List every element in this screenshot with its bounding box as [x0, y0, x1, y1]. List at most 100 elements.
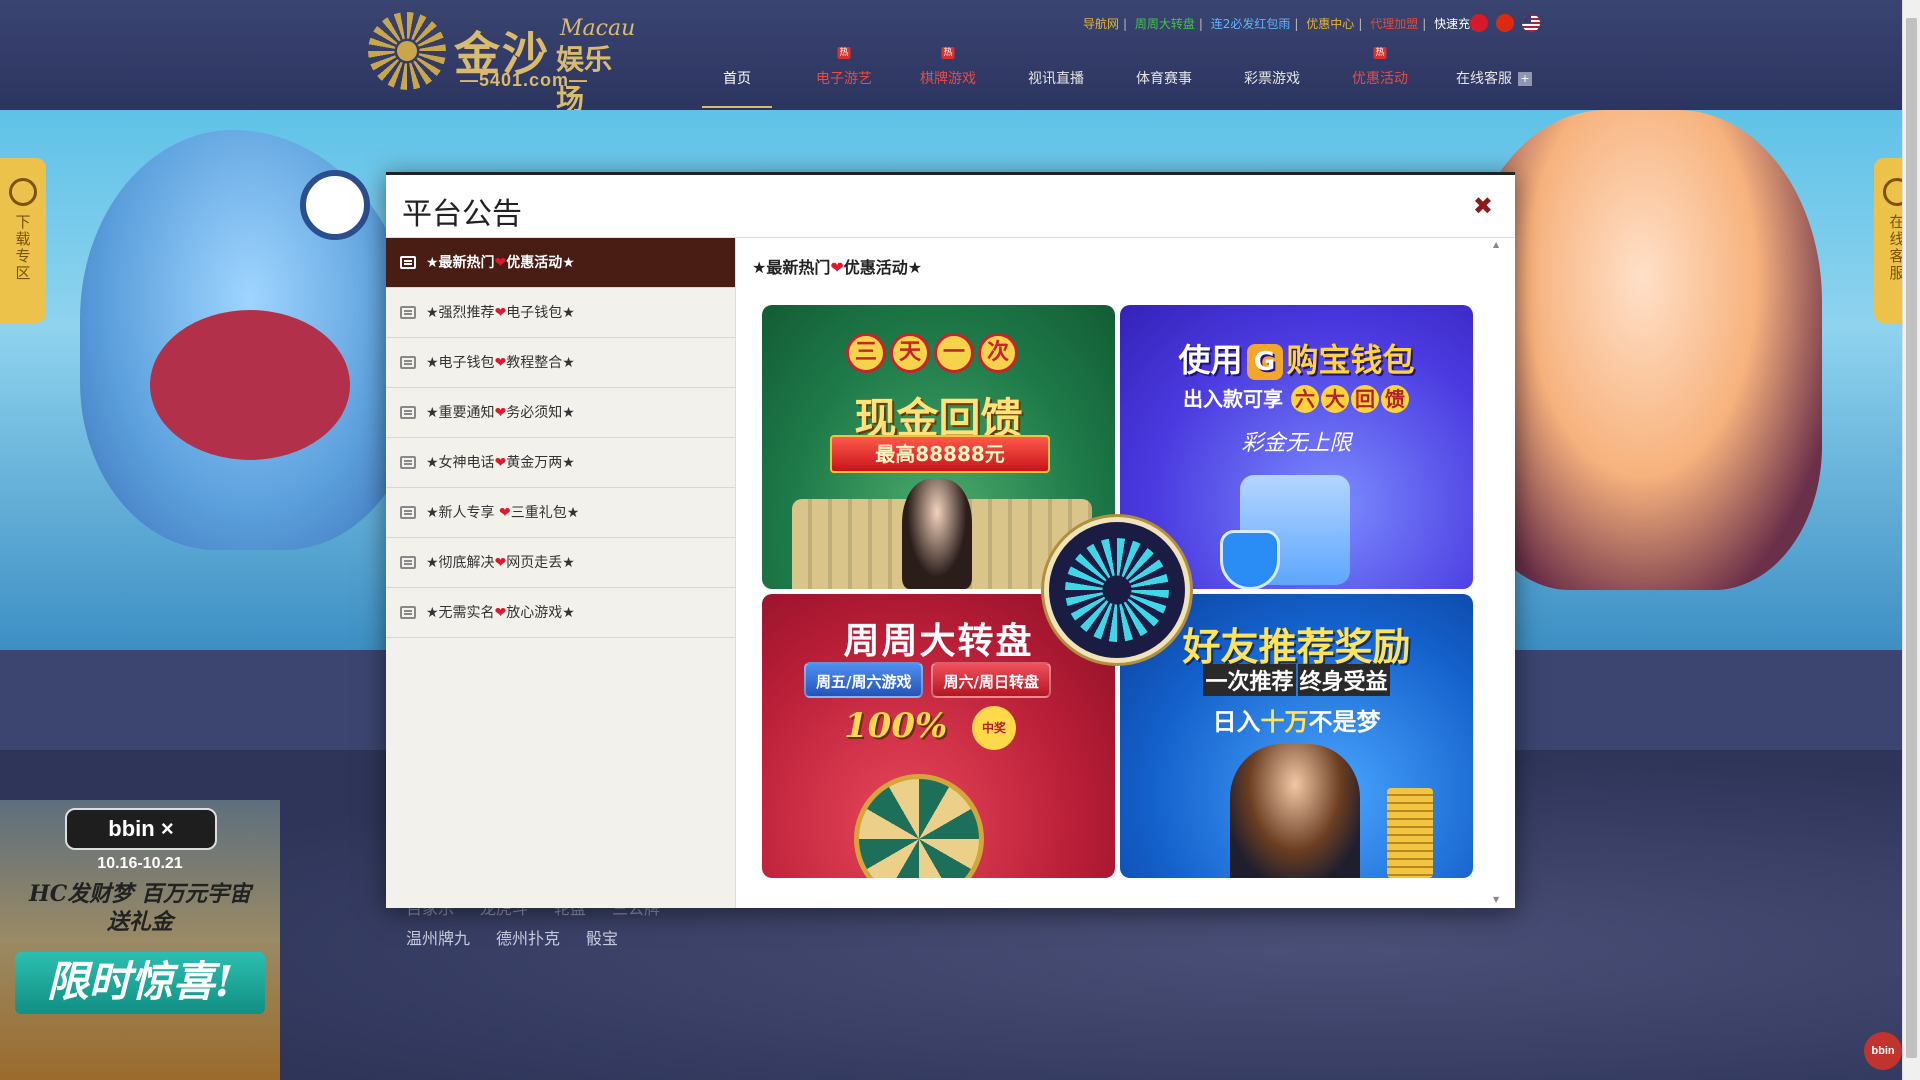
tab-hot-promotions[interactable]: ★最新热门❤优惠活动★ [386, 238, 735, 288]
tab-label: ★新人专享 [426, 505, 500, 521]
tab-label: 网页走丢★ [506, 555, 575, 571]
nav-promotions[interactable]: 热优惠活动 [1326, 40, 1434, 110]
nav-chess[interactable]: 热棋牌游戏 [894, 40, 1002, 110]
content-title-text: 优惠活动★ [843, 258, 923, 277]
download-sidetab[interactable]: 下载专区 [0, 158, 46, 323]
hot-badge: 热 [837, 47, 851, 59]
nav-sports[interactable]: 体育赛事 [1110, 40, 1218, 110]
tab-newbie-gift[interactable]: ★新人专享 ❤三重礼包★ [386, 488, 735, 538]
tab-label: 三重礼包★ [510, 505, 580, 521]
promo-tagline: 彩金无上限 [1241, 431, 1352, 456]
tab-label: ★重要通知 [426, 405, 495, 421]
tab-label: 务必须知★ [506, 405, 575, 421]
scroll-down-icon[interactable]: ▼ [1493, 895, 1499, 904]
tab-lost-page-fix[interactable]: ★彻底解决❤网页走丢★ [386, 538, 735, 588]
game-link[interactable]: 温州牌九 [406, 929, 470, 948]
bbin-brand: bbin × [65, 808, 217, 850]
page-scrollbar[interactable] [1902, 0, 1920, 1080]
heart-icon: ❤ [830, 258, 844, 277]
game-link[interactable]: 骰宝 [586, 929, 618, 948]
promo-subtitle-text: 一次推荐 [1203, 664, 1296, 696]
document-icon [400, 256, 416, 269]
content-title: ★最新热门❤优惠活动★ [752, 254, 922, 278]
left-floating-ad[interactable]: bbin × 10.16-10.21 HC发财梦 百万元宇宙 送礼金 限时惊喜! [0, 800, 280, 1080]
top-link-agent[interactable]: 代理加盟 [1370, 17, 1418, 31]
nav-electronic[interactable]: 热电子游艺 [794, 40, 894, 110]
tab-no-realname[interactable]: ★无需实名❤放心游戏★ [386, 588, 735, 638]
promo-subtitle: 出入款可享 六大回馈 [1120, 383, 1473, 413]
tab-label: ★无需实名 [426, 605, 495, 621]
scroll-up-icon[interactable]: ▲ [1493, 240, 1499, 249]
document-icon [400, 406, 416, 419]
promo-pill: 周五/周六游戏 [804, 662, 924, 698]
promo-subtitle: 一次推荐 终身受益 [1120, 664, 1473, 696]
promo-title-text: 购宝钱包 [1286, 341, 1415, 379]
divider: | [1294, 17, 1299, 31]
promo-chip: 一 [934, 333, 974, 373]
cn-flag-icon[interactable] [1496, 14, 1514, 32]
tab-goddess-phone[interactable]: ★女神电话❤黄金万两★ [386, 438, 735, 488]
promo-chip: 天 [890, 333, 930, 373]
divider: | [1198, 17, 1203, 31]
nav-label: 优惠活动 [1352, 71, 1408, 87]
coin-stack-illustration [1387, 788, 1433, 878]
nav-home[interactable]: 首页 [702, 40, 772, 110]
promo-pill: 周六/周日转盘 [931, 662, 1051, 698]
bbin-corner-badge[interactable]: bbin [1864, 1032, 1902, 1070]
tab-important-notice[interactable]: ★重要通知❤务必须知★ [386, 388, 735, 438]
ad-headline: HC发财梦 百万元宇宙 送礼金 [0, 880, 280, 936]
nav-label: 体育赛事 [1136, 71, 1192, 87]
sun-logo-badge [1044, 517, 1190, 663]
tab-label: 优惠活动★ [506, 255, 575, 271]
heart-icon: ❤ [494, 255, 507, 271]
top-link-promo-center[interactable]: 优惠中心 [1306, 17, 1354, 31]
heart-icon: ❤ [494, 555, 507, 571]
close-icon[interactable]: ✖ [1473, 192, 1493, 220]
nav-label: 彩票游戏 [1244, 71, 1300, 87]
document-icon [400, 606, 416, 619]
nav-live[interactable]: 视讯直播 [1002, 40, 1110, 110]
promo-chip: 馈 [1380, 385, 1409, 413]
announcement-tabs: ★最新热门❤优惠活动★ ★强烈推荐❤电子钱包★ ★电子钱包❤教程整合★ ★重要通… [386, 238, 736, 908]
nav-label: 视讯直播 [1028, 71, 1084, 87]
hk-flag-icon[interactable] [1470, 14, 1488, 32]
promo-chips: 三 天 一 次 [846, 333, 1018, 373]
us-flag-icon[interactable] [1522, 14, 1540, 32]
tab-label: ★女神电话 [426, 455, 495, 471]
tab-ewallet-recommend[interactable]: ★强烈推荐❤电子钱包★ [386, 288, 735, 338]
sun-logo-core [397, 41, 417, 61]
scrollbar-thumb[interactable] [1906, 18, 1917, 1058]
prize-wheel-illustration [854, 774, 984, 878]
divider: | [1422, 17, 1427, 31]
top-link-nav[interactable]: 导航网 [1083, 17, 1119, 31]
content-title-text: ★最新热门 [752, 258, 831, 277]
site-logo[interactable]: 金沙 Macau 娱乐场 —5401.com— [368, 10, 635, 116]
heart-icon: ❤ [494, 455, 507, 471]
heart-icon: ❤ [494, 305, 507, 321]
shark-eye [300, 170, 370, 240]
main-nav: 首页 热电子游艺 热棋牌游戏 视讯直播 体育赛事 彩票游戏 热优惠活动 在线客服… [702, 40, 1554, 110]
divider: | [1123, 17, 1128, 31]
document-icon [400, 456, 416, 469]
promo-chip: 回 [1350, 385, 1379, 413]
shark-mouth [150, 310, 350, 460]
document-icon [400, 356, 416, 369]
tab-label: ★最新热门 [426, 255, 495, 271]
document-icon [400, 306, 416, 319]
tab-label: ★强烈推荐 [426, 305, 495, 321]
divider: | [1358, 17, 1363, 31]
ad-line: HC发财梦 百万元宇宙 [29, 881, 251, 907]
promo-ribbon: 最高88888元 [830, 435, 1050, 473]
top-link-redpacket[interactable]: 连2必发红包雨 [1211, 17, 1291, 31]
promo-chip: 次 [978, 333, 1018, 373]
tab-ewallet-tutorial[interactable]: ★电子钱包❤教程整合★ [386, 338, 735, 388]
document-icon [400, 556, 416, 569]
promo-tagline-highlight: 十万 [1260, 708, 1309, 736]
nav-support[interactable]: 在线客服 + [1434, 40, 1554, 110]
nav-lottery[interactable]: 彩票游戏 [1218, 40, 1326, 110]
content-scrollbar[interactable]: ▲ ▼ [1491, 238, 1503, 908]
couple-illustration [1230, 744, 1360, 878]
game-link[interactable]: 德州扑克 [496, 929, 560, 948]
nav-label: 电子游艺 [816, 71, 872, 87]
top-link-wheel[interactable]: 周周大转盘 [1135, 17, 1195, 31]
